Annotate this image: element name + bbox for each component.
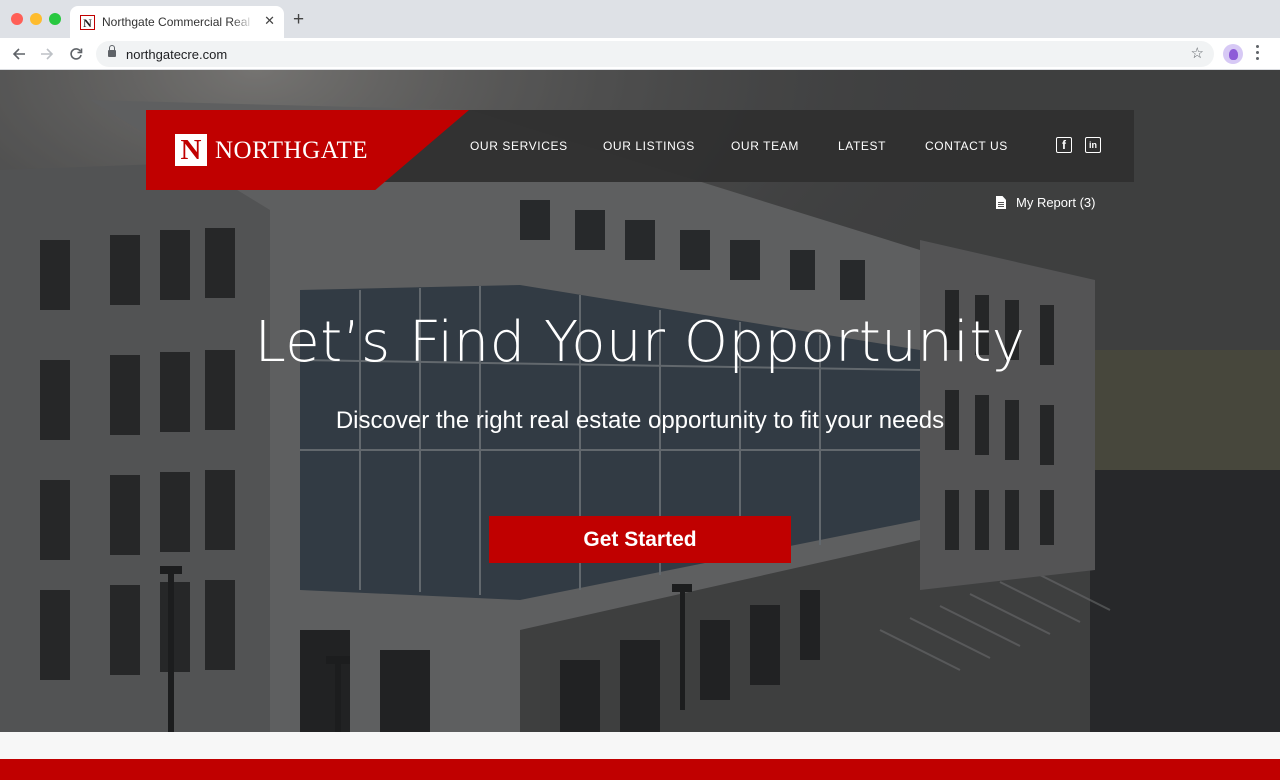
logo-text: NORTHGATE: [215, 137, 368, 164]
document-icon: [996, 196, 1006, 209]
url-text: northgatecre.com: [126, 47, 228, 62]
close-window-button[interactable]: [11, 13, 23, 25]
browser-toolbar: northgatecre.com ☆: [0, 38, 1280, 70]
nav-our-team[interactable]: OUR TEAM: [731, 139, 838, 153]
section-divider: [0, 732, 1280, 759]
favicon-icon: N: [80, 15, 95, 30]
nav-latest[interactable]: LATEST: [838, 139, 925, 153]
linkedin-icon[interactable]: in: [1085, 137, 1101, 153]
nav-our-listings[interactable]: OUR LISTINGS: [603, 139, 731, 153]
nav-contact-us[interactable]: CONTACT US: [925, 139, 1008, 153]
my-report-link[interactable]: My Report (3): [996, 195, 1095, 210]
back-icon[interactable]: [9, 44, 29, 64]
menu-icon[interactable]: [1256, 45, 1260, 60]
facebook-icon[interactable]: f: [1056, 137, 1072, 153]
minimize-window-button[interactable]: [30, 13, 42, 25]
hero-subheadline: Discover the right real estate opportuni…: [335, 407, 945, 434]
address-bar[interactable]: northgatecre.com ☆: [96, 41, 1214, 67]
forward-icon[interactable]: [37, 44, 57, 64]
northgate-logo[interactable]: N NORTHGATE: [146, 110, 469, 190]
browser-tab-bar: N Northgate Commercial Real Estate ✕ +: [0, 0, 1280, 38]
tab-title: Northgate Commercial Real Estate: [102, 15, 254, 29]
footer-band: [0, 759, 1280, 780]
hero-section: N NORTHGATE OUR SERVICES OUR LISTINGS OU…: [0, 70, 1280, 732]
reload-icon[interactable]: [66, 44, 86, 64]
new-tab-icon[interactable]: +: [293, 10, 304, 29]
site-navbar: N NORTHGATE OUR SERVICES OUR LISTINGS OU…: [146, 110, 1134, 190]
browser-tab[interactable]: N Northgate Commercial Real Estate ✕: [70, 6, 284, 38]
close-tab-icon[interactable]: ✕: [264, 14, 275, 27]
logo-mark-icon: N: [175, 134, 207, 166]
lock-icon: [108, 45, 116, 59]
maximize-window-button[interactable]: [49, 13, 61, 25]
profile-icon[interactable]: [1223, 44, 1243, 64]
star-icon[interactable]: ☆: [1191, 44, 1204, 62]
main-nav: OUR SERVICES OUR LISTINGS OUR TEAM LATES…: [470, 139, 1008, 153]
nav-our-services[interactable]: OUR SERVICES: [470, 139, 603, 153]
hero-headline: Let’s Find Your Opportunity: [254, 310, 1026, 375]
my-report-label: My Report (3): [1016, 195, 1096, 210]
get-started-button[interactable]: Get Started: [489, 516, 791, 563]
